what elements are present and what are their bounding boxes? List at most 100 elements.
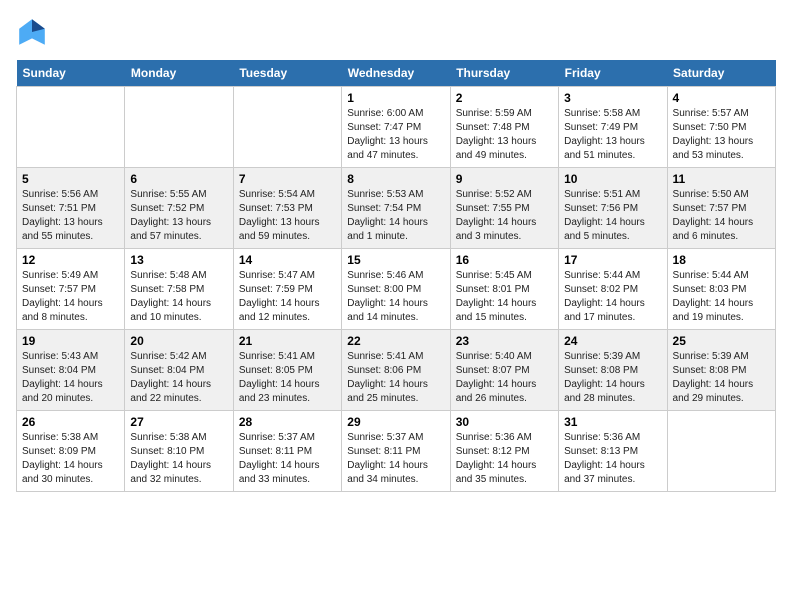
day-number: 2 (456, 91, 553, 105)
day-header-friday: Friday (559, 60, 667, 87)
calendar-cell: 6 Sunrise: 5:55 AM Sunset: 7:52 PM Daylig… (125, 168, 233, 249)
logo (16, 16, 52, 48)
day-number: 3 (564, 91, 661, 105)
calendar-cell: 19Sunrise: 5:43 AM Sunset: 8:04 PM Dayli… (17, 330, 125, 411)
day-number: 19 (22, 334, 119, 348)
day-info: Sunrise: 5:54 AM Sunset: 7:53 PM Dayligh… (239, 188, 336, 244)
calendar-cell: 20Sunrise: 5:42 AM Sunset: 8:04 PM Dayli… (125, 330, 233, 411)
calendar-cell: 24 Sunrise: 5:39 AM Sunset: 8:08 PM Dayli… (559, 330, 667, 411)
calendar-cell: 25 Sunrise: 5:39 AM Sunset: 8:08 PM Dayli… (667, 330, 775, 411)
day-number: 5 (22, 172, 119, 186)
day-number: 23 (456, 334, 553, 348)
day-number: 4 (673, 91, 770, 105)
calendar-cell (125, 87, 233, 168)
calendar-cell: 15 Sunrise: 5:46 AM Sunset: 8:00 PM Dayli… (342, 249, 450, 330)
calendar-cell (17, 87, 125, 168)
logo-icon (16, 16, 48, 48)
calendar-cell: 4Sunrise: 5:57 AM Sunset: 7:50 PM Daylig… (667, 87, 775, 168)
week-row-5: 26 Sunrise: 5:38 AM Sunset: 8:09 PM Dayli… (17, 411, 776, 492)
day-info: Sunrise: 5:51 AM Sunset: 7:56 PM Dayligh… (564, 188, 661, 244)
day-number: 1 (347, 91, 444, 105)
calendar-cell: 8 Sunrise: 5:53 AM Sunset: 7:54 PM Daylig… (342, 168, 450, 249)
calendar-cell: 27Sunrise: 5:38 AM Sunset: 8:10 PM Dayli… (125, 411, 233, 492)
calendar-cell (667, 411, 775, 492)
day-info: Sunrise: 5:47 AM Sunset: 7:59 PM Dayligh… (239, 269, 336, 325)
day-info: Sunrise: 5:59 AM Sunset: 7:48 PM Dayligh… (456, 107, 553, 163)
header (16, 16, 776, 48)
day-header-saturday: Saturday (667, 60, 775, 87)
day-info: Sunrise: 6:00 AM Sunset: 7:47 PM Dayligh… (347, 107, 444, 163)
day-info: Sunrise: 5:39 AM Sunset: 8:08 PM Dayligh… (673, 350, 770, 406)
day-number: 16 (456, 253, 553, 267)
day-info: Sunrise: 5:38 AM Sunset: 8:09 PM Dayligh… (22, 431, 119, 487)
calendar-cell: 13 Sunrise: 5:48 AM Sunset: 7:58 PM Dayli… (125, 249, 233, 330)
day-header-sunday: Sunday (17, 60, 125, 87)
calendar-cell: 30 Sunrise: 5:36 AM Sunset: 8:12 PM Dayli… (450, 411, 558, 492)
week-row-4: 19Sunrise: 5:43 AM Sunset: 8:04 PM Dayli… (17, 330, 776, 411)
day-number: 24 (564, 334, 661, 348)
calendar-cell: 10 Sunrise: 5:51 AM Sunset: 7:56 PM Dayli… (559, 168, 667, 249)
day-number: 9 (456, 172, 553, 186)
day-info: Sunrise: 5:45 AM Sunset: 8:01 PM Dayligh… (456, 269, 553, 325)
calendar-cell: 12 Sunrise: 5:49 AM Sunset: 7:57 PM Dayli… (17, 249, 125, 330)
week-row-3: 12 Sunrise: 5:49 AM Sunset: 7:57 PM Dayli… (17, 249, 776, 330)
day-number: 17 (564, 253, 661, 267)
day-info: Sunrise: 5:42 AM Sunset: 8:04 PM Dayligh… (130, 350, 227, 406)
day-info: Sunrise: 5:39 AM Sunset: 8:08 PM Dayligh… (564, 350, 661, 406)
day-number: 13 (130, 253, 227, 267)
day-info: Sunrise: 5:53 AM Sunset: 7:54 PM Dayligh… (347, 188, 444, 244)
day-number: 25 (673, 334, 770, 348)
calendar-cell: 28 Sunrise: 5:37 AM Sunset: 8:11 PM Dayli… (233, 411, 341, 492)
day-number: 7 (239, 172, 336, 186)
calendar-cell: 22 Sunrise: 5:41 AM Sunset: 8:06 PM Dayli… (342, 330, 450, 411)
day-header-wednesday: Wednesday (342, 60, 450, 87)
calendar-cell: 9 Sunrise: 5:52 AM Sunset: 7:55 PM Daylig… (450, 168, 558, 249)
day-info: Sunrise: 5:52 AM Sunset: 7:55 PM Dayligh… (456, 188, 553, 244)
day-info: Sunrise: 5:50 AM Sunset: 7:57 PM Dayligh… (673, 188, 770, 244)
calendar-cell (233, 87, 341, 168)
day-info: Sunrise: 5:37 AM Sunset: 8:11 PM Dayligh… (347, 431, 444, 487)
day-header-tuesday: Tuesday (233, 60, 341, 87)
calendar-cell: 31 Sunrise: 5:36 AM Sunset: 8:13 PM Dayli… (559, 411, 667, 492)
day-number: 15 (347, 253, 444, 267)
calendar-cell: 3Sunrise: 5:58 AM Sunset: 7:49 PM Daylig… (559, 87, 667, 168)
day-number: 6 (130, 172, 227, 186)
day-number: 22 (347, 334, 444, 348)
calendar-cell: 16 Sunrise: 5:45 AM Sunset: 8:01 PM Dayli… (450, 249, 558, 330)
day-info: Sunrise: 5:48 AM Sunset: 7:58 PM Dayligh… (130, 269, 227, 325)
calendar-cell: 7 Sunrise: 5:54 AM Sunset: 7:53 PM Daylig… (233, 168, 341, 249)
calendar-cell: 2 Sunrise: 5:59 AM Sunset: 7:48 PM Daylig… (450, 87, 558, 168)
day-info: Sunrise: 5:36 AM Sunset: 8:13 PM Dayligh… (564, 431, 661, 487)
day-number: 14 (239, 253, 336, 267)
day-info: Sunrise: 5:44 AM Sunset: 8:03 PM Dayligh… (673, 269, 770, 325)
day-info: Sunrise: 5:55 AM Sunset: 7:52 PM Dayligh… (130, 188, 227, 244)
day-info: Sunrise: 5:38 AM Sunset: 8:10 PM Dayligh… (130, 431, 227, 487)
day-number: 30 (456, 415, 553, 429)
day-info: Sunrise: 5:56 AM Sunset: 7:51 PM Dayligh… (22, 188, 119, 244)
day-number: 11 (673, 172, 770, 186)
day-number: 26 (22, 415, 119, 429)
day-number: 8 (347, 172, 444, 186)
calendar-cell: 23Sunrise: 5:40 AM Sunset: 8:07 PM Dayli… (450, 330, 558, 411)
day-number: 21 (239, 334, 336, 348)
day-number: 12 (22, 253, 119, 267)
week-row-1: 1 Sunrise: 6:00 AM Sunset: 7:47 PM Daylig… (17, 87, 776, 168)
day-info: Sunrise: 5:44 AM Sunset: 8:02 PM Dayligh… (564, 269, 661, 325)
calendar-cell: 1 Sunrise: 6:00 AM Sunset: 7:47 PM Daylig… (342, 87, 450, 168)
day-number: 10 (564, 172, 661, 186)
day-info: Sunrise: 5:37 AM Sunset: 8:11 PM Dayligh… (239, 431, 336, 487)
day-info: Sunrise: 5:49 AM Sunset: 7:57 PM Dayligh… (22, 269, 119, 325)
header-row: SundayMondayTuesdayWednesdayThursdayFrid… (17, 60, 776, 87)
calendar-table: SundayMondayTuesdayWednesdayThursdayFrid… (16, 60, 776, 492)
day-number: 31 (564, 415, 661, 429)
calendar-cell: 17 Sunrise: 5:44 AM Sunset: 8:02 PM Dayli… (559, 249, 667, 330)
day-info: Sunrise: 5:36 AM Sunset: 8:12 PM Dayligh… (456, 431, 553, 487)
calendar-cell: 18Sunrise: 5:44 AM Sunset: 8:03 PM Dayli… (667, 249, 775, 330)
day-number: 28 (239, 415, 336, 429)
calendar-cell: 26 Sunrise: 5:38 AM Sunset: 8:09 PM Dayli… (17, 411, 125, 492)
day-info: Sunrise: 5:41 AM Sunset: 8:06 PM Dayligh… (347, 350, 444, 406)
day-info: Sunrise: 5:46 AM Sunset: 8:00 PM Dayligh… (347, 269, 444, 325)
week-row-2: 5 Sunrise: 5:56 AM Sunset: 7:51 PM Daylig… (17, 168, 776, 249)
calendar-cell: 29Sunrise: 5:37 AM Sunset: 8:11 PM Dayli… (342, 411, 450, 492)
calendar-cell: 14 Sunrise: 5:47 AM Sunset: 7:59 PM Dayli… (233, 249, 341, 330)
